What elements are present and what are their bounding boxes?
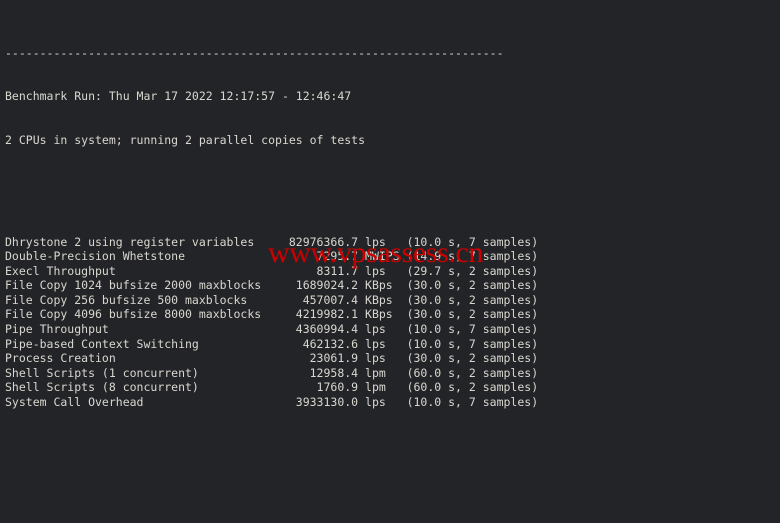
benchmark-result-row: Dhrystone 2 using register variables 829…: [5, 235, 780, 250]
benchmark-result-row: File Copy 1024 bufsize 2000 maxblocks 16…: [5, 278, 780, 293]
terminal-output: ----------------------------------------…: [0, 0, 780, 523]
benchmark-result-row: Execl Throughput 8311.7 lps (29.7 s, 2 s…: [5, 264, 780, 279]
spacer-2: [5, 453, 780, 468]
benchmark-run-line: Benchmark Run: Thu Mar 17 2022 12:17:57 …: [5, 89, 780, 104]
benchmark-results-list: Dhrystone 2 using register variables 829…: [5, 235, 780, 410]
benchmark-result-row: Process Creation 23061.9 lps (30.0 s, 2 …: [5, 351, 780, 366]
benchmark-result-row: System Call Overhead 3933130.0 lps (10.0…: [5, 395, 780, 410]
benchmark-result-row: Pipe Throughput 4360994.4 lps (10.0 s, 7…: [5, 322, 780, 337]
benchmark-result-row: File Copy 4096 bufsize 8000 maxblocks 42…: [5, 307, 780, 322]
cpu-info-line: 2 CPUs in system; running 2 parallel cop…: [5, 133, 780, 148]
top-rule: ----------------------------------------…: [5, 46, 780, 61]
benchmark-result-row: Pipe-based Context Switching 462132.6 lp…: [5, 337, 780, 352]
benchmark-result-row: Shell Scripts (8 concurrent) 1760.9 lpm …: [5, 380, 780, 395]
spacer-3: [5, 497, 780, 512]
benchmark-result-row: Double-Precision Whetstone 7295.7 MWIPS …: [5, 249, 780, 264]
benchmark-result-row: File Copy 256 bufsize 500 maxblocks 4570…: [5, 293, 780, 308]
benchmark-result-row: Shell Scripts (1 concurrent) 12958.4 lpm…: [5, 366, 780, 381]
spacer-1: [5, 177, 780, 192]
